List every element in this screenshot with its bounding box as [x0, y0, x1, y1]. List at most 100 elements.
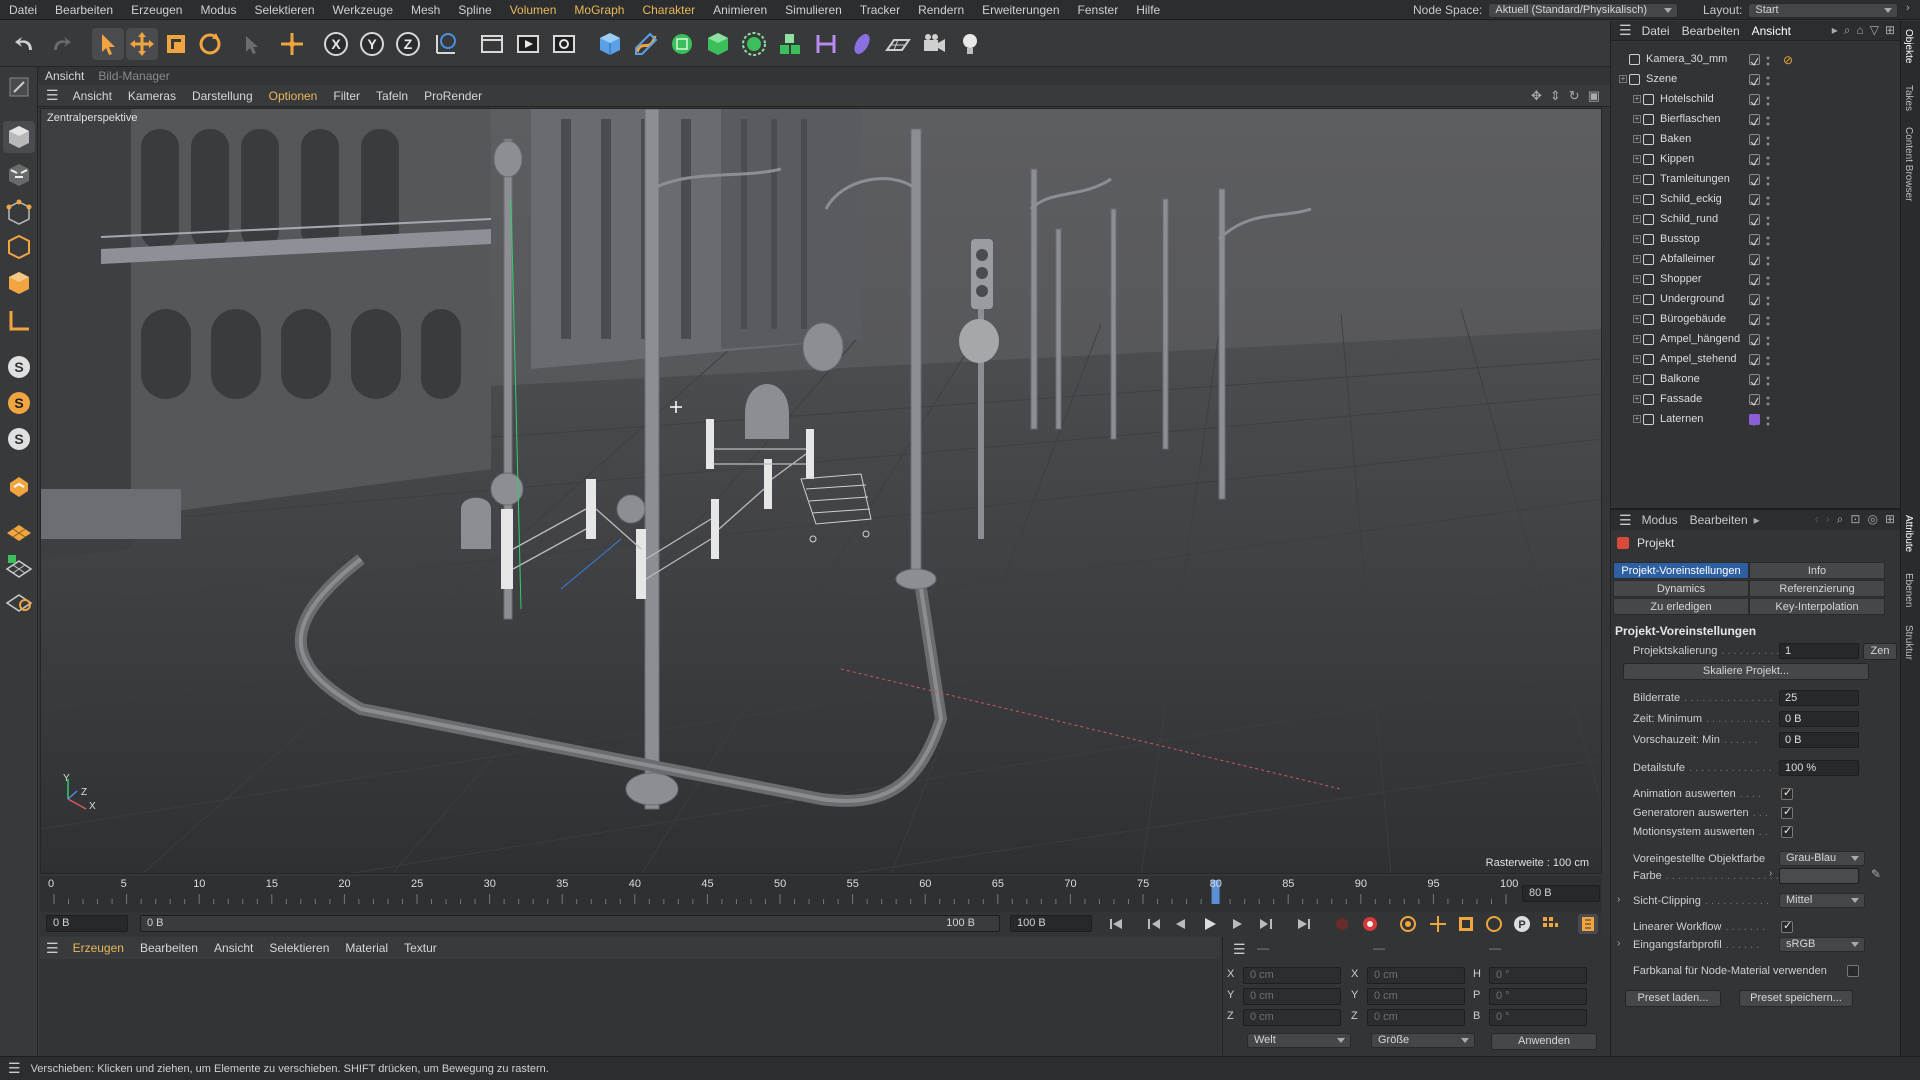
obj-hotelschild-expand-icon[interactable]: +	[1633, 95, 1641, 103]
light-icon[interactable]	[954, 28, 986, 60]
coord-field-0-0[interactable]: 0 cm	[1243, 967, 1341, 984]
clip-expand-icon[interactable]: ›	[1617, 894, 1620, 905]
obj-ampel_ha-ngend-expand-icon[interactable]: +	[1633, 335, 1641, 343]
obj-baken-expand-icon[interactable]: +	[1633, 135, 1641, 143]
obj-tramleitungen-expand-icon[interactable]: +	[1633, 175, 1641, 183]
viewport-menu-prorender[interactable]: ProRender	[416, 89, 490, 103]
y-axis-lock-icon[interactable]: Y	[356, 28, 388, 60]
obj-fassade-expand-icon[interactable]: +	[1633, 395, 1641, 403]
rotate-tool-icon[interactable]	[194, 28, 226, 60]
status-hamburger-icon[interactable]: ☰	[8, 1060, 21, 1077]
coord-field-0-1[interactable]: 0 cm	[1367, 967, 1465, 984]
hamburger-icon[interactable]: ☰	[46, 87, 59, 104]
snap-icon[interactable]: S	[3, 351, 35, 383]
scale-unit-button[interactable]: Zen	[1863, 643, 1897, 660]
point-mode-icon[interactable]	[3, 197, 35, 229]
linear-checkbox[interactable]	[1781, 919, 1793, 933]
color-expand-icon[interactable]: ›	[1769, 868, 1772, 879]
pmin-field[interactable]: 0 B	[1779, 732, 1859, 748]
obj-balkone-expand-icon[interactable]: +	[1633, 375, 1641, 383]
redo-icon[interactable]	[44, 28, 76, 60]
pan-view-icon[interactable]: ✥	[1531, 88, 1542, 104]
obj-fassade[interactable]: + Fassade	[1611, 390, 1901, 410]
coord-field-1-2[interactable]: 0 °	[1489, 988, 1587, 1005]
polygon-mode-icon[interactable]	[3, 267, 35, 299]
coord-field-2-0[interactable]: 0 cm	[1243, 1009, 1341, 1026]
collapse-icon[interactable]: ›	[1906, 2, 1910, 14]
menu-bearbeiten[interactable]: Bearbeiten	[46, 3, 122, 17]
obj-shopper[interactable]: + Shopper	[1611, 270, 1901, 290]
menu-werkzeuge[interactable]: Werkzeuge	[324, 3, 402, 17]
snap-settings-icon[interactable]: S	[3, 387, 35, 419]
tab-info[interactable]: Info	[1749, 562, 1885, 579]
goto-start-icon[interactable]	[1106, 914, 1126, 934]
prev-frame-icon[interactable]	[1170, 914, 1190, 934]
obj-szene[interactable]: + Szene	[1611, 70, 1901, 90]
obj-kamera[interactable]: Kamera_30_mm ⊘	[1611, 50, 1901, 70]
node-checkbox[interactable]	[1847, 965, 1859, 977]
input-dropdown[interactable]: sRGB	[1779, 937, 1865, 952]
coord-field-2-1[interactable]: 0 cm	[1367, 1009, 1465, 1026]
obj-baken[interactable]: + Baken	[1611, 130, 1901, 150]
material-menu-material[interactable]: Material	[337, 941, 396, 955]
render-settings-icon[interactable]	[548, 28, 580, 60]
coordinate-system-icon[interactable]	[430, 28, 462, 60]
dolly-view-icon[interactable]: ⇕	[1550, 88, 1561, 104]
gen-checkbox[interactable]	[1781, 805, 1793, 819]
extrude-icon[interactable]	[702, 28, 734, 60]
soft-selection-icon[interactable]: S	[3, 423, 35, 455]
obj-kippen-expand-icon[interactable]: +	[1633, 155, 1641, 163]
menu-hilfe[interactable]: Hilfe	[1127, 3, 1169, 17]
coord-field-1-0[interactable]: 0 cm	[1243, 988, 1341, 1005]
start-frame-field[interactable]: 0 B	[46, 915, 128, 932]
coord-field-0-2[interactable]: 0 °	[1489, 967, 1587, 984]
lod-field[interactable]: 100 %	[1779, 760, 1859, 776]
viewport-menu-kameras[interactable]: Kameras	[120, 89, 184, 103]
record-icon[interactable]	[1332, 914, 1352, 934]
om-filter-icon[interactable]: ▽	[1870, 23, 1879, 38]
obj-laternen[interactable]: + Laternen	[1611, 410, 1901, 430]
am-back-icon[interactable]: ‹	[1815, 512, 1819, 527]
obj-szene-enabled-icon[interactable]	[1749, 74, 1760, 86]
tab-referenzierung[interactable]: Referenzierung	[1749, 580, 1885, 597]
obj-kamera-enabled-icon[interactable]	[1749, 54, 1760, 66]
side-tab-struktur[interactable]: Struktur	[1903, 625, 1914, 660]
current-frame-field[interactable]: 80 B	[1522, 885, 1600, 902]
floor-icon[interactable]	[882, 28, 914, 60]
deformer-icon[interactable]	[810, 28, 842, 60]
pen-spline-icon[interactable]	[630, 28, 662, 60]
tab-projekt-voreinstellungen[interactable]: Projekt-Voreinstellungen	[1613, 562, 1749, 579]
color-swatch[interactable]	[1779, 868, 1859, 884]
render-region-icon[interactable]	[476, 28, 508, 60]
obj-ampel_ha-ngend-enabled-icon[interactable]	[1749, 334, 1760, 346]
preset-load-button[interactable]: Preset laden...	[1625, 990, 1721, 1007]
cloner-icon[interactable]	[738, 28, 770, 60]
obj-schild_rund[interactable]: + Schild_rund	[1611, 210, 1901, 230]
om-search-icon[interactable]: ⌕	[1844, 23, 1851, 38]
obj-bierflaschen-expand-icon[interactable]: +	[1633, 115, 1641, 123]
coord-mode-world-dropdown[interactable]: Welt	[1247, 1033, 1351, 1048]
material-menu-ansicht[interactable]: Ansicht	[206, 941, 261, 955]
obj-busstop-enabled-icon[interactable]	[1749, 234, 1760, 246]
menu-selektieren[interactable]: Selektieren	[245, 3, 323, 17]
am-search-icon[interactable]: ⌕	[1837, 512, 1844, 527]
texture-mode-icon[interactable]	[3, 159, 35, 191]
side-tab-objekte[interactable]: Objekte	[1903, 29, 1914, 63]
apply-button[interactable]: Anwenden	[1491, 1033, 1597, 1050]
obj-schild_eckig-expand-icon[interactable]: +	[1633, 195, 1641, 203]
am-more-icon[interactable]: ▸	[1754, 513, 1760, 527]
key-scale-icon[interactable]	[1456, 914, 1476, 934]
transform-tool-icon[interactable]	[276, 28, 308, 60]
key-pla-icon[interactable]	[1540, 914, 1560, 934]
subdivision-icon[interactable]	[666, 28, 698, 60]
coord-hamburger-icon[interactable]: ☰	[1233, 941, 1246, 958]
obj-bu-rogeba-ude[interactable]: + Bürogebäude	[1611, 310, 1901, 330]
x-axis-lock-icon[interactable]: X	[320, 28, 352, 60]
obj-abfalleimer-expand-icon[interactable]: +	[1633, 255, 1641, 263]
menu-animieren[interactable]: Animieren	[704, 3, 776, 17]
obj-laternen-tag-icon[interactable]	[1749, 414, 1760, 425]
side-tab-takes[interactable]: Takes	[1903, 85, 1914, 111]
live-select-icon[interactable]	[236, 28, 268, 60]
obj-tramleitungen[interactable]: + Tramleitungen	[1611, 170, 1901, 190]
menu-tracker[interactable]: Tracker	[851, 3, 909, 17]
